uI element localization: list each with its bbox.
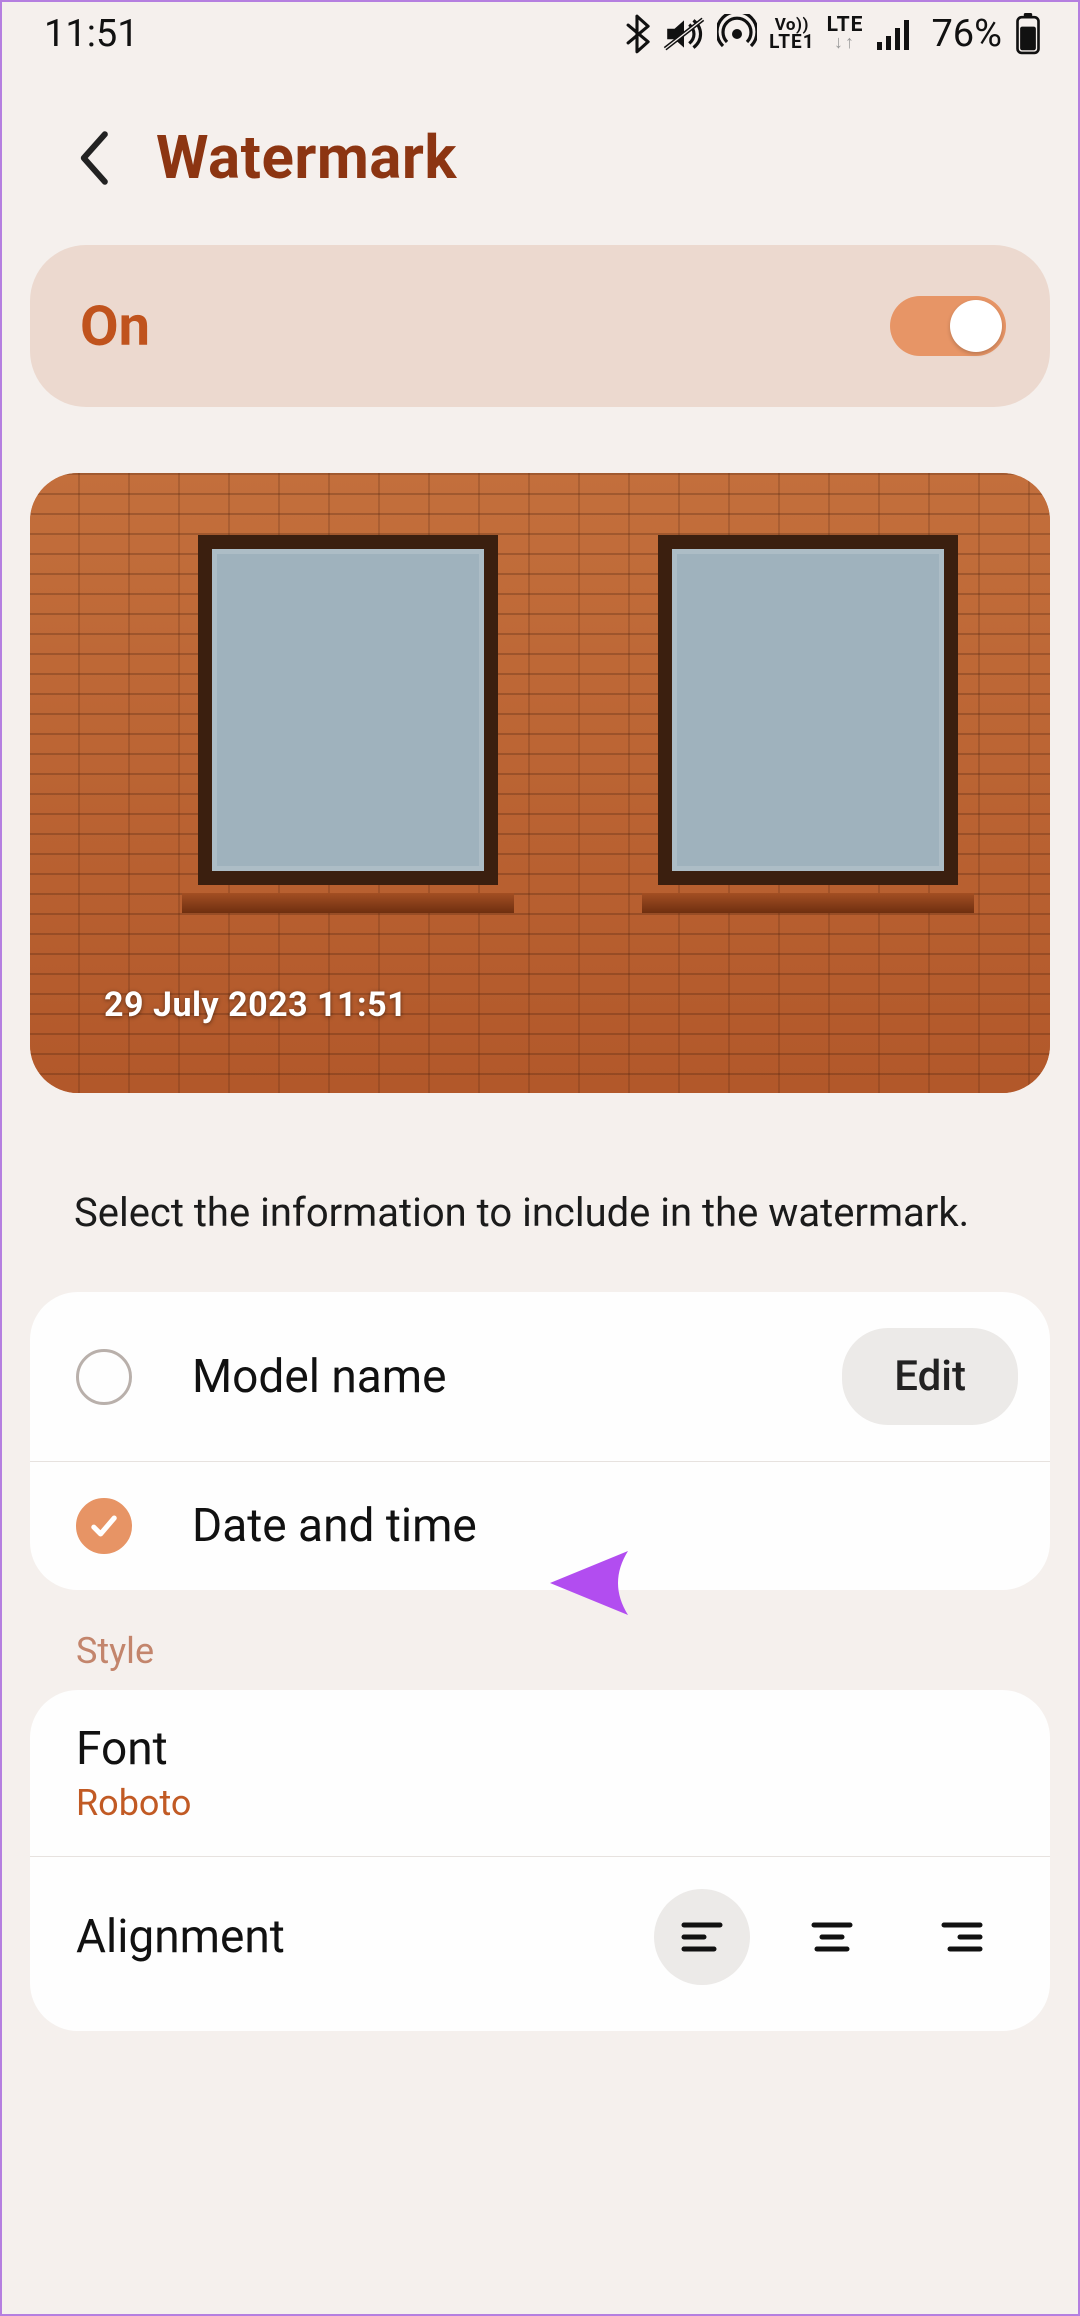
alignment-row: Alignment	[30, 1856, 1050, 2031]
align-right-icon	[938, 1917, 986, 1957]
alignment-title: Alignment	[76, 1910, 654, 1964]
helper-text: Select the information to include in the…	[30, 1093, 1050, 1292]
lte-data-icon: LTE↓↑	[827, 16, 864, 51]
font-value: Roboto	[76, 1782, 1004, 1824]
volte-icon: Vo))LTE1	[769, 18, 815, 50]
preview-watermark-text: 29 July 2023 11:51	[104, 985, 407, 1025]
watermark-preview: 29 July 2023 11:51	[30, 473, 1050, 1093]
checkbox-checked-icon[interactable]	[76, 1498, 132, 1554]
status-bar: 11:51 Vo))LTE1 LTE↓↑	[2, 2, 1078, 66]
bottom-fade	[2, 2034, 1078, 2314]
page-title: Watermark	[156, 122, 457, 193]
option-model-name[interactable]: Model name Edit	[30, 1292, 1050, 1461]
watermark-options-card: Model name Edit Date and time	[30, 1292, 1050, 1590]
checkbox-unchecked-icon[interactable]	[76, 1349, 132, 1405]
signal-icon	[875, 16, 915, 52]
status-time: 11:51	[44, 12, 139, 56]
battery-icon	[1014, 13, 1042, 55]
master-toggle-label: On	[80, 293, 150, 359]
battery-percentage: 76%	[931, 12, 1002, 56]
page-header: Watermark	[2, 66, 1078, 245]
option-label: Date and time	[192, 1499, 1018, 1553]
section-heading-style: Style	[30, 1590, 1050, 1690]
status-indicators: Vo))LTE1 LTE↓↑ 76%	[623, 12, 1042, 56]
option-date-time[interactable]: Date and time	[30, 1461, 1050, 1590]
font-row[interactable]: Font Roboto	[30, 1690, 1050, 1856]
style-card: Font Roboto Alignment	[30, 1690, 1050, 2031]
font-title: Font	[76, 1722, 1004, 1776]
align-right-button[interactable]	[914, 1889, 1010, 1985]
master-toggle-switch[interactable]	[890, 296, 1006, 356]
master-toggle-card[interactable]: On	[30, 245, 1050, 407]
align-left-icon	[678, 1917, 726, 1957]
hotspot-icon	[717, 14, 757, 54]
edit-button[interactable]: Edit	[842, 1328, 1018, 1425]
align-center-button[interactable]	[784, 1889, 880, 1985]
bluetooth-icon	[623, 14, 651, 54]
align-left-button[interactable]	[654, 1889, 750, 1985]
option-label: Model name	[192, 1350, 782, 1404]
mute-icon	[663, 14, 705, 54]
align-center-icon	[808, 1917, 856, 1957]
back-icon[interactable]	[74, 129, 112, 187]
